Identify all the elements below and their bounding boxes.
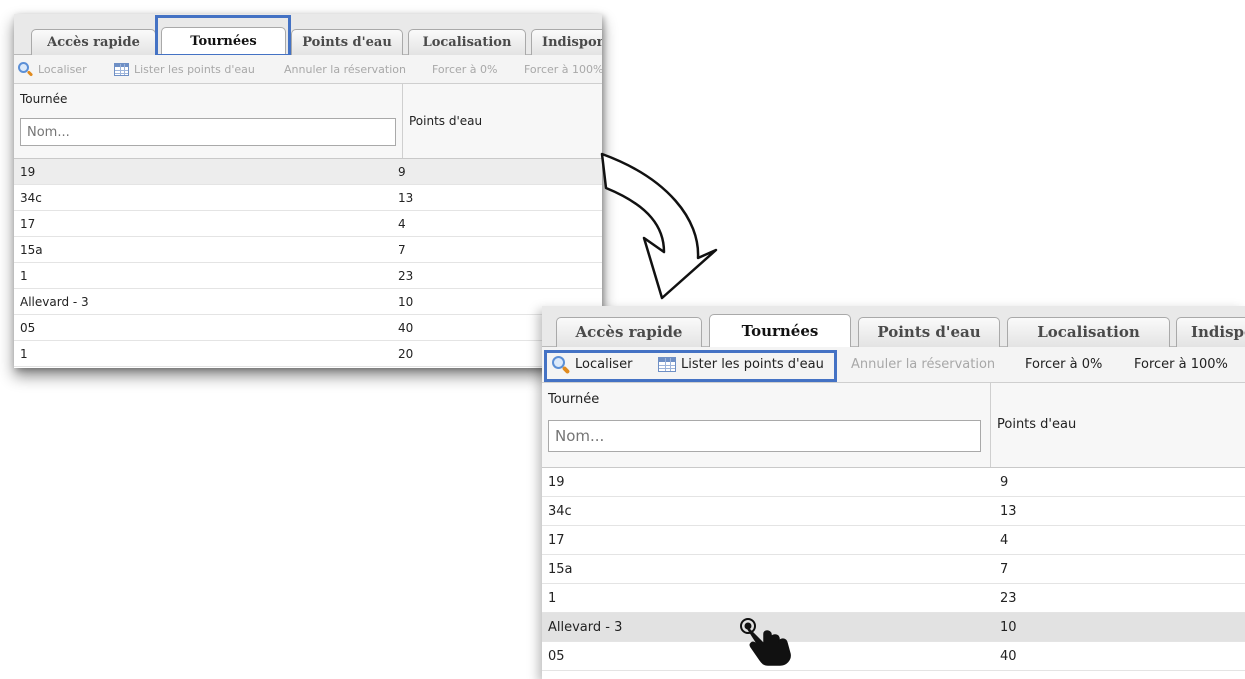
row-name: 1 <box>20 268 28 283</box>
tab-localisation[interactable]: Localisation <box>408 29 526 55</box>
table-row[interactable]: 05 40 <box>14 315 602 341</box>
screenshot-before: Accès rapide Tournées Points d'eau Local… <box>14 14 602 368</box>
row-name: 05 <box>548 648 565 664</box>
forcer-100-label: Forcer à 100% <box>1134 357 1228 372</box>
annuler-label: Annuler la réservation <box>284 62 406 76</box>
column-tournee-label: Tournée <box>20 92 68 106</box>
localiser-button[interactable]: Localiser <box>552 347 632 382</box>
name-filter-input[interactable] <box>548 420 981 452</box>
toolbar: Localiser Lister les points d'eau Annule… <box>542 347 1245 383</box>
row-points: 9 <box>398 164 406 179</box>
row-points: 20 <box>398 346 414 361</box>
row-points: 9 <box>1000 474 1009 490</box>
table-row[interactable]: 05 40 <box>542 642 1245 671</box>
magnifier-icon <box>18 61 34 77</box>
tab-bar: Accès rapide Tournées Points d'eau Local… <box>542 306 1245 347</box>
table-row[interactable]: 15a 7 <box>542 555 1245 584</box>
grid-icon <box>114 62 129 76</box>
row-points: 4 <box>1000 532 1009 548</box>
row-points: 23 <box>1000 590 1017 606</box>
forcer-100-label: Forcer à 100% <box>524 62 602 76</box>
lister-label: Lister les points d'eau <box>681 357 824 372</box>
row-name: 15a <box>548 561 573 577</box>
tab-acces-rapide[interactable]: Accès rapide <box>31 29 156 55</box>
table-row[interactable]: Allevard - 3 10 <box>14 289 602 315</box>
tab-acces-rapide[interactable]: Accès rapide <box>556 317 702 347</box>
column-points-deau: Points d'eau <box>991 383 1245 467</box>
lister-button[interactable]: Lister les points d'eau <box>114 55 255 83</box>
curved-arrow-icon <box>600 152 718 300</box>
grid-icon <box>658 357 676 372</box>
row-name: Allevard - 3 <box>20 294 89 309</box>
table-row[interactable]: 19 9 <box>14 159 602 185</box>
lister-button[interactable]: Lister les points d'eau <box>658 347 824 382</box>
row-points: 13 <box>398 190 414 205</box>
tab-points-deau[interactable]: Points d'eau <box>291 29 403 55</box>
row-name: 1 <box>548 590 557 606</box>
row-points: 13 <box>1000 503 1017 519</box>
row-points: 10 <box>398 294 414 309</box>
table-row[interactable]: 17 4 <box>14 211 602 237</box>
tab-indisponibilites[interactable]: Indisponibilités <box>531 29 602 55</box>
table-row[interactable]: 34c 13 <box>542 497 1245 526</box>
row-name: 15a <box>20 242 43 257</box>
tab-localisation[interactable]: Localisation <box>1007 317 1170 347</box>
row-points: 10 <box>1000 619 1017 635</box>
tab-bar: Accès rapide Tournées Points d'eau Local… <box>14 14 602 55</box>
row-name: 19 <box>20 164 36 179</box>
forcer-0-label: Forcer à 0% <box>432 62 498 76</box>
row-points: 4 <box>398 216 406 231</box>
localiser-label: Localiser <box>38 62 87 76</box>
magnifier-icon <box>552 355 571 374</box>
row-name: 05 <box>20 320 36 335</box>
toolbar: Localiser Lister les points d'eau Annule… <box>14 55 602 84</box>
row-points: 7 <box>398 242 406 257</box>
table-row[interactable]: 1 23 <box>14 263 602 289</box>
row-name: Allevard - 3 <box>548 619 623 635</box>
row-name: 34c <box>20 190 42 205</box>
annuler-reservation-button[interactable]: Annuler la réservation <box>284 55 406 83</box>
tab-points-deau[interactable]: Points d'eau <box>858 317 1000 347</box>
column-tournee: Tournée <box>542 383 991 467</box>
row-name: 34c <box>548 503 572 519</box>
table-row[interactable]: 1 23 <box>542 584 1245 613</box>
forcer-0-button[interactable]: Forcer à 0% <box>1025 347 1102 382</box>
table-header: Tournée Points d'eau <box>14 84 602 159</box>
table-row[interactable]: 34c 13 <box>14 185 602 211</box>
tab-tournees[interactable]: Tournées <box>161 27 286 55</box>
row-points: 7 <box>1000 561 1009 577</box>
table-row[interactable]: Allevard - 3 10 <box>542 613 1245 642</box>
screenshot-after: Accès rapide Tournées Points d'eau Local… <box>542 306 1245 679</box>
column-tournee: Tournée <box>14 84 403 158</box>
forcer-0-label: Forcer à 0% <box>1025 357 1103 372</box>
forcer-100-button[interactable]: Forcer à 100% <box>1134 347 1228 382</box>
lister-label: Lister les points d'eau <box>134 62 255 76</box>
table-row[interactable]: 15a 7 <box>14 237 602 263</box>
tab-tournees[interactable]: Tournées <box>709 314 851 347</box>
name-filter-input[interactable] <box>20 118 396 146</box>
table-row[interactable]: 17 4 <box>542 526 1245 555</box>
table-header: Tournée Points d'eau <box>542 383 1245 468</box>
row-name: 1 <box>20 346 28 361</box>
table-row[interactable]: 19 9 <box>542 468 1245 497</box>
forcer-100-button[interactable]: Forcer à 100% <box>524 55 602 83</box>
annuler-label: Annuler la réservation <box>851 357 996 372</box>
column-points-deau-label: Points d'eau <box>997 417 1077 432</box>
row-points: 40 <box>398 320 414 335</box>
row-name: 17 <box>20 216 36 231</box>
row-name: 19 <box>548 474 565 490</box>
hand-click-cursor-icon <box>740 618 791 666</box>
column-tournee-label: Tournée <box>548 392 600 407</box>
row-points: 23 <box>398 268 414 283</box>
row-points: 40 <box>1000 648 1017 664</box>
table-row[interactable]: 1 20 <box>14 341 602 367</box>
localiser-label: Localiser <box>575 357 633 372</box>
annuler-reservation-button[interactable]: Annuler la réservation <box>851 347 995 382</box>
forcer-0-button[interactable]: Forcer à 0% <box>432 55 497 83</box>
row-name: 17 <box>548 532 565 548</box>
column-points-deau-label: Points d'eau <box>409 114 483 128</box>
tab-indisponibilites[interactable]: Indisponibilités <box>1176 317 1245 347</box>
localiser-button[interactable]: Localiser <box>18 55 87 83</box>
